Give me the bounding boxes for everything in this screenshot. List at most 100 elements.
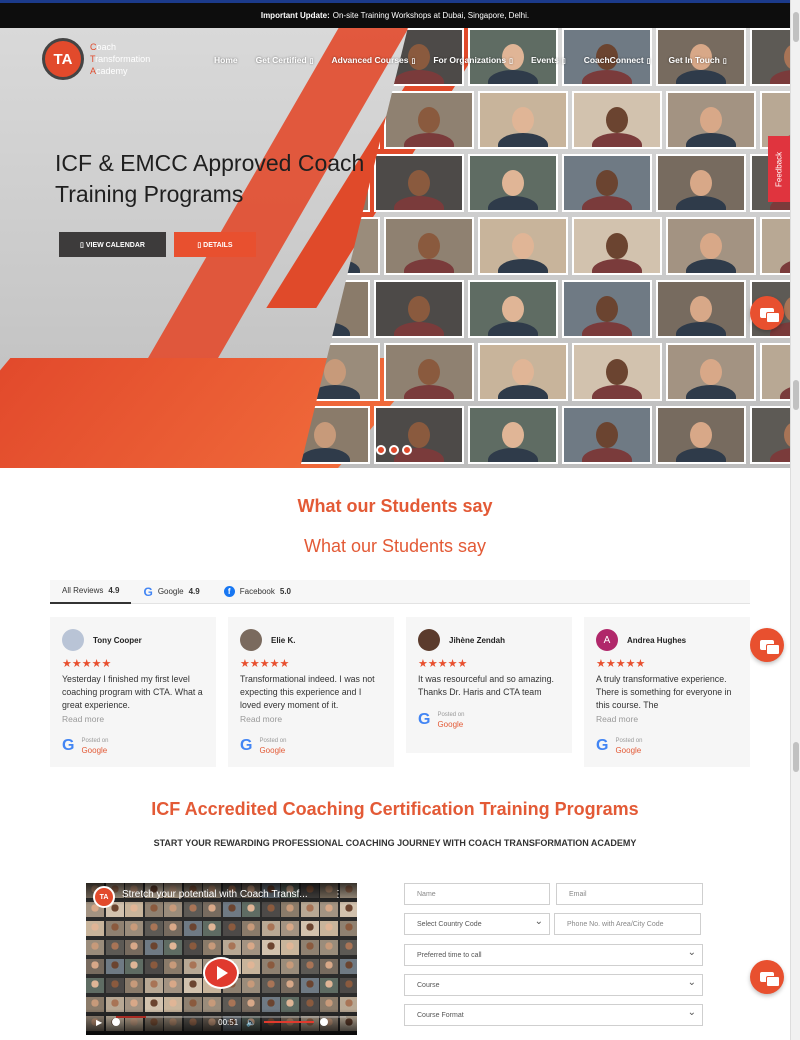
review-text: A truly transformative experience. There… [596, 674, 732, 710]
nav-get-certified[interactable]: Get Certified ▯ [256, 55, 314, 65]
video-collage-tile [242, 940, 260, 955]
tab-score: 5.0 [279, 587, 291, 596]
avatar [240, 629, 262, 651]
video-collage-tile [144, 959, 163, 974]
tab-google[interactable]: G Google 4.9 [131, 580, 211, 604]
video-collage-tile [300, 940, 319, 955]
main-nav: Home Get Certified ▯ Advanced Courses ▯ Fo… [214, 55, 745, 65]
video-collage-tile [222, 921, 241, 936]
video-collage-tile [320, 959, 338, 974]
video-collage-tile [144, 940, 163, 955]
collage-tile [384, 91, 474, 149]
collage-tile [468, 406, 558, 464]
nav-coachconnect[interactable]: CoachConnect ▯ [584, 55, 651, 65]
review-text: Yesterday I finished my first level coac… [62, 674, 203, 710]
review-card: A Andrea Hughes ★★★★★ A truly transformat… [584, 617, 750, 767]
page-scrollbar[interactable] [790, 0, 800, 1040]
details-button[interactable]: ▯ DETAILS [174, 232, 256, 257]
person-head [324, 359, 346, 385]
google-icon: G [596, 737, 609, 754]
person-head [408, 170, 430, 196]
read-more-link[interactable]: Read more [62, 714, 204, 724]
posted-source-link[interactable]: Google [437, 720, 464, 729]
person-head [512, 233, 534, 259]
collage-tile [384, 343, 474, 401]
person-head [596, 422, 618, 448]
course-format-select[interactable]: Course Format [404, 1004, 703, 1026]
country-code-select[interactable]: Select Country Code [404, 913, 550, 935]
video-collage-tile [261, 940, 280, 955]
posted-source-link[interactable]: Google [259, 746, 286, 755]
collage-tile [562, 154, 652, 212]
video-collage-tile [281, 978, 299, 993]
person-head [502, 422, 524, 448]
video-collage-tile [105, 921, 124, 936]
video-collage-tile [339, 921, 357, 936]
review-card: Elie K. ★★★★★ Transformational indeed. I… [228, 617, 394, 767]
video-collage-tile [86, 978, 104, 993]
announcement-label: Important Update: [260, 11, 330, 20]
avatar [62, 629, 84, 651]
phone-field[interactable]: Phone No. with Area/City Code [554, 913, 701, 935]
posted-on: G Posted on Google [62, 737, 108, 755]
feedback-tab[interactable]: Feedback [768, 136, 790, 202]
google-icon: G [240, 737, 253, 754]
slider-dot[interactable] [376, 445, 386, 455]
posted-on: G Posted on Google [418, 711, 464, 729]
tab-facebook[interactable]: f Facebook 5.0 [212, 580, 303, 604]
video-collage-tile [105, 959, 124, 974]
channel-logo[interactable]: TA [93, 886, 115, 908]
video-collage-tile [86, 921, 104, 936]
slider-dot[interactable] [389, 445, 399, 455]
nav-get-in-touch[interactable]: Get In Touch ▯ [669, 55, 727, 65]
chat-icon[interactable] [750, 628, 784, 662]
chevron-down-icon: ▯ [411, 58, 416, 65]
video-collage-tile [281, 921, 299, 936]
video-collage-tile [261, 921, 280, 936]
chevron-down-icon: ▯ [509, 58, 513, 65]
person-head [700, 233, 722, 259]
person-head [690, 296, 712, 322]
video-collage-tile [125, 978, 143, 993]
scrollbar-thumb[interactable] [793, 380, 799, 410]
tab-all-reviews[interactable]: All Reviews 4.9 [50, 580, 132, 604]
volume-knob[interactable] [320, 1018, 329, 1026]
volume-slider[interactable] [264, 1021, 315, 1023]
collage-tile [478, 343, 568, 401]
more-options-icon[interactable]: ⋮ [333, 889, 343, 900]
play-button[interactable] [203, 957, 239, 989]
chat-icon[interactable] [750, 960, 784, 994]
posted-source-link[interactable]: Google [615, 746, 642, 755]
nav-home[interactable]: Home [214, 55, 238, 65]
view-calendar-button[interactable]: ▯ VIEW CALENDAR [59, 232, 166, 257]
collage-tile [760, 217, 790, 275]
chat-icon[interactable] [750, 296, 784, 330]
announcement-bar: Important Update: On-site Training Works… [0, 0, 790, 28]
tab-label: Google [157, 587, 184, 596]
email-field[interactable]: Email [556, 883, 703, 905]
scrollbar-thumb[interactable] [793, 742, 799, 772]
video-title[interactable]: Stretch your potential with Coach Transf… [86, 883, 357, 905]
review-text: It was resourceful and so amazing. Thank… [418, 674, 554, 697]
video-scrubber-knob[interactable] [112, 1018, 121, 1026]
google-icon: G [143, 584, 153, 599]
tab-label: All Reviews [62, 586, 104, 595]
course-select[interactable]: Course [404, 974, 703, 996]
read-more-link[interactable]: Read more [596, 714, 738, 724]
review-cards: Tony Cooper ★★★★★ Yesterday I finished m… [50, 617, 750, 767]
play-icon[interactable]: ▶ [96, 1018, 102, 1027]
scrollbar-thumb[interactable] [793, 12, 799, 42]
video-collage-tile [320, 940, 338, 955]
nav-events[interactable]: Events ▯ [531, 55, 566, 65]
person-head [314, 422, 336, 448]
posted-source-link[interactable]: Google [81, 746, 108, 755]
name-field[interactable]: Name [404, 883, 550, 905]
nav-for-organizations[interactable]: For Organizations ▯ [433, 55, 513, 65]
volume-icon[interactable]: 🔈 [246, 1018, 256, 1027]
preferred-time-select[interactable]: Preferred time to call [404, 944, 703, 966]
read-more-link[interactable]: Read more [240, 714, 382, 724]
collage-tile [656, 406, 746, 464]
nav-advanced-courses[interactable]: Advanced Courses ▯ [332, 55, 416, 65]
slider-dot[interactable] [402, 445, 412, 455]
site-logo[interactable]: TA Coach Transformation Academy [42, 38, 150, 80]
